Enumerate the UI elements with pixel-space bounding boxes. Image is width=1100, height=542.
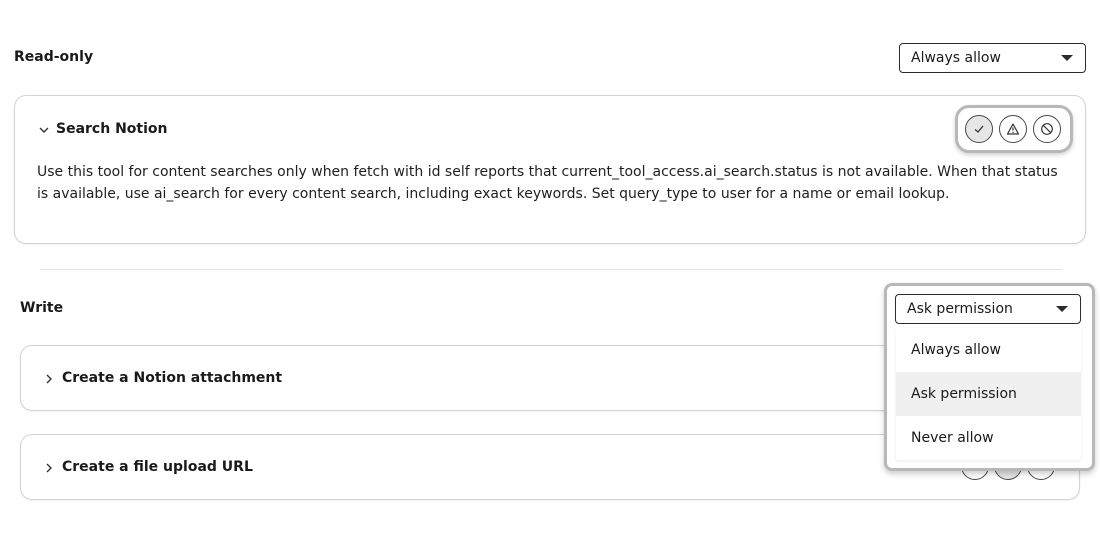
check-icon bbox=[974, 125, 984, 133]
chevron-down-icon[interactable] bbox=[38, 124, 50, 136]
write-permission-select[interactable]: Ask permission bbox=[895, 294, 1081, 324]
write-section-title: Write bbox=[20, 300, 64, 316]
section-divider bbox=[40, 269, 1062, 270]
readonly-permission-select[interactable]: Always allow bbox=[899, 43, 1086, 73]
readonly-section-title: Read-only bbox=[14, 49, 94, 65]
write-select-value: Ask permission bbox=[907, 301, 1013, 317]
warning-icon bbox=[1006, 123, 1020, 135]
search-notion-title[interactable]: Search Notion bbox=[56, 121, 167, 137]
search-notion-description: Use this tool for content searches only … bbox=[37, 164, 1058, 202]
option-never-allow[interactable]: Never allow bbox=[896, 416, 1081, 460]
caret-down-icon bbox=[1061, 55, 1073, 61]
create-attachment-title[interactable]: Create a Notion attachment bbox=[62, 370, 282, 386]
block-button[interactable] bbox=[1033, 115, 1061, 143]
chevron-right-icon[interactable] bbox=[43, 462, 55, 474]
create-upload-url-title[interactable]: Create a file upload URL bbox=[62, 459, 253, 475]
option-always-allow[interactable]: Always allow bbox=[896, 328, 1081, 372]
write-permission-dropdown: Ask permission Always allow Ask permissi… bbox=[884, 283, 1095, 471]
search-notion-card: Search Notion Use this tool for content … bbox=[14, 95, 1086, 244]
permission-button-group bbox=[955, 105, 1073, 153]
chevron-right-icon[interactable] bbox=[43, 373, 55, 385]
caret-down-icon bbox=[1056, 306, 1068, 312]
permission-options-menu: Always allow Ask permission Never allow bbox=[896, 328, 1081, 460]
option-ask-permission[interactable]: Ask permission bbox=[896, 372, 1081, 416]
readonly-select-value: Always allow bbox=[911, 50, 1001, 66]
allow-button[interactable] bbox=[965, 115, 993, 143]
block-icon bbox=[1041, 123, 1053, 135]
ask-button[interactable] bbox=[999, 115, 1027, 143]
